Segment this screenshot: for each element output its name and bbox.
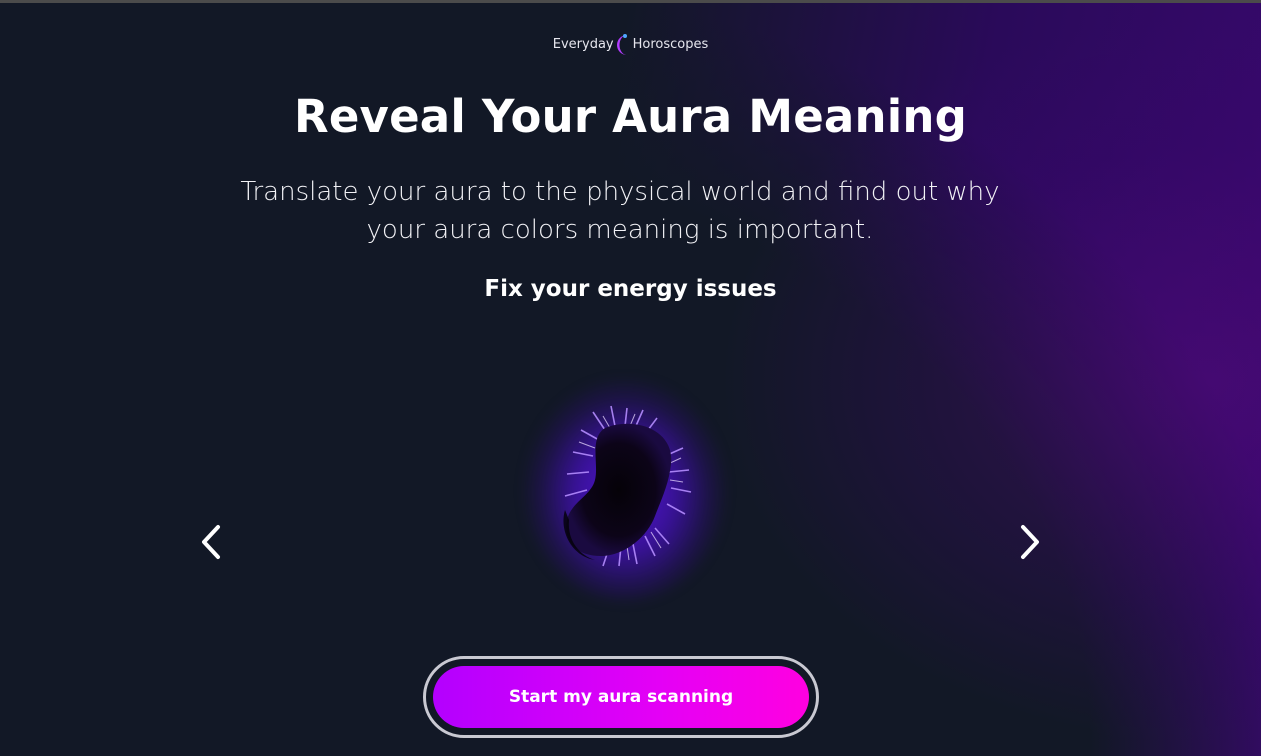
crescent-moon-icon [616, 33, 631, 55]
brand-logo[interactable]: Everyday Horoscopes [0, 33, 1261, 55]
aura-image [505, 360, 745, 620]
cta-outline: Start my aura scanning [423, 656, 819, 738]
chevron-left-icon [202, 525, 220, 559]
chevron-right-icon [1021, 525, 1039, 559]
brand-right-text: Horoscopes [632, 36, 709, 52]
page-title: Reveal Your Aura Meaning [293, 90, 967, 143]
brand-left-text: Everyday [552, 36, 614, 52]
browser-top-border [0, 0, 1261, 3]
carousel-next-button[interactable] [1010, 520, 1050, 564]
aura-carousel [0, 360, 1261, 660]
carousel-prev-button[interactable] [191, 520, 231, 564]
page-subtitle: Translate your aura to the physical worl… [240, 177, 1000, 245]
tagline: Fix your energy issues [484, 276, 777, 302]
start-aura-scanning-button[interactable]: Start my aura scanning [433, 666, 809, 728]
